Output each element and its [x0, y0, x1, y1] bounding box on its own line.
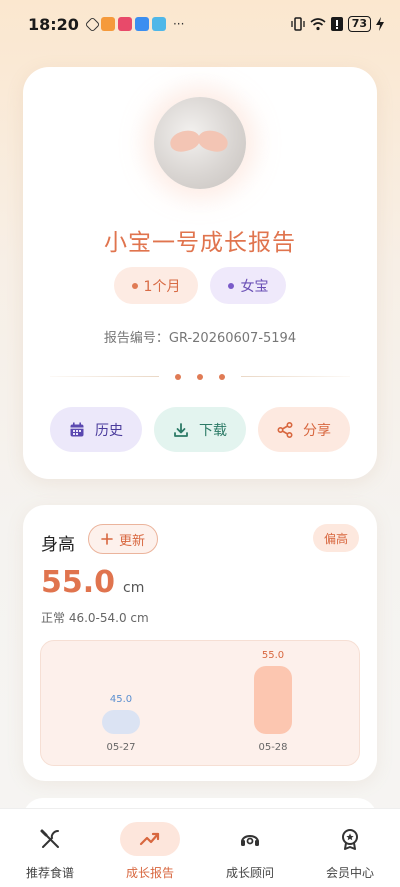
- app-notification-icon: [117, 17, 132, 31]
- chart-date-label: 05-28: [258, 742, 288, 753]
- download-button[interactable]: 下载: [154, 407, 246, 452]
- report-title: 小宝一号成长报告: [104, 230, 296, 256]
- report-actions: 历史 下载 分享: [50, 407, 350, 452]
- history-button[interactable]: 历史: [50, 407, 142, 452]
- dot-icon: [131, 282, 138, 289]
- alert-icon: [330, 17, 343, 31]
- report-id: 报告编号：GR-20260607-5194: [103, 331, 297, 346]
- notification-icons: ···: [84, 16, 185, 32]
- height-chart: 45.0 05-27 55.0 05-28: [40, 640, 360, 766]
- avatar[interactable]: [154, 97, 246, 189]
- bottom-nav: 推荐食谱 成长报告 成长顾问 会员中心: [0, 808, 400, 887]
- nav-item-membership[interactable]: 会员中心: [300, 822, 400, 881]
- calendar-icon: [70, 422, 84, 436]
- app-notification-icon: [100, 17, 115, 31]
- share-button[interactable]: 分享: [258, 407, 350, 452]
- height-unit: cm: [123, 580, 145, 596]
- status-badge: 偏高: [312, 524, 359, 552]
- vibrate-icon: [291, 17, 305, 31]
- gender-tag: 女宝: [210, 267, 287, 304]
- advisor-icon: [241, 835, 259, 846]
- gender-tag-label: 女宝: [240, 278, 269, 295]
- download-button-label: 下载: [199, 422, 227, 439]
- chart-value-label: 45.0: [109, 693, 133, 705]
- age-tag-label: 1个月: [143, 278, 181, 295]
- plus-icon: [101, 533, 113, 545]
- chart-bar: [254, 666, 292, 734]
- system-status: 73: [291, 16, 384, 32]
- more-notifications-icon: ···: [172, 17, 185, 31]
- height-number: 55.0: [41, 565, 116, 600]
- status-time: 18:20: [28, 14, 79, 34]
- nav-label: 推荐食谱: [25, 866, 74, 880]
- share-button-label: 分享: [303, 422, 331, 439]
- share-icon: [277, 421, 293, 438]
- wifi-icon: [310, 18, 326, 31]
- height-title: 身高: [41, 535, 75, 555]
- nav-label: 会员中心: [325, 866, 374, 880]
- normal-range: 正常 46.0-54.0 cm: [41, 611, 149, 625]
- nav-label: 成长顾问: [225, 866, 274, 880]
- app-notification-icon: [151, 17, 166, 31]
- chart-date-label: 05-27: [106, 742, 136, 753]
- baby-photo: [154, 97, 246, 189]
- height-card: 身高 更新 偏高 55.0 cm 正常 46.0-54.0 cm 45.0 05-…: [23, 505, 377, 781]
- report-profile-card: 小宝一号成长报告 1个月 女宝 报告编号：GR-20260607-5194 历史…: [23, 67, 377, 479]
- download-icon: [174, 422, 188, 437]
- chart-value-label: 55.0: [261, 650, 285, 661]
- update-height-button[interactable]: 更新: [88, 524, 159, 554]
- app-notification-icon: [84, 16, 101, 32]
- utensils-icon: [40, 829, 59, 848]
- profile-tags: 1个月 女宝: [23, 267, 377, 304]
- history-button-label: 历史: [95, 422, 123, 439]
- nav-label: 成长报告: [125, 866, 174, 880]
- trend-up-icon: [139, 832, 160, 846]
- age-tag: 1个月: [113, 267, 199, 304]
- nav-item-growth-report[interactable]: 成长报告: [100, 822, 200, 881]
- height-value: 55.0 cm: [41, 565, 144, 600]
- update-button-label: 更新: [119, 533, 146, 549]
- chart-bar: [102, 709, 140, 734]
- nav-item-recipes[interactable]: 推荐食谱: [0, 822, 100, 881]
- dot-icon: [228, 282, 235, 289]
- status-bar: 18:20 ··· 73: [0, 0, 400, 48]
- badge-icon: [342, 829, 358, 850]
- nav-item-advisor[interactable]: 成长顾问: [200, 822, 300, 881]
- decorative-divider: [50, 373, 350, 380]
- app-notification-icon: [134, 17, 149, 31]
- charging-icon: [376, 17, 384, 31]
- battery-level: 73: [347, 16, 371, 32]
